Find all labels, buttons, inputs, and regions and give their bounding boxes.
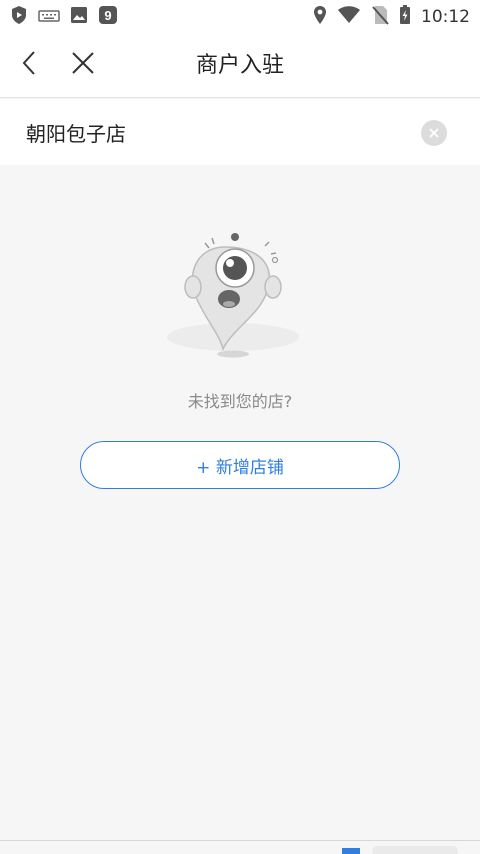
close-icon [71,51,95,79]
image-icon [70,6,88,28]
chevron-left-icon [21,50,37,80]
svg-text:9: 9 [104,8,111,23]
bottom-edge-mark [342,848,360,854]
status-time: 10:12 [421,7,470,27]
nav-bar: 商户入驻 [0,34,480,98]
close-button[interactable] [66,48,100,82]
battery-charging-icon [399,5,411,29]
add-store-button[interactable]: + 新增店铺 [80,441,400,489]
location-icon [313,5,327,29]
no-sim-icon [371,5,389,29]
keyboard-icon [38,8,60,27]
sad-ghost-illustration [165,225,315,365]
clear-search-button[interactable] [421,120,447,146]
bottom-divider [0,840,480,841]
clear-circle-icon [428,124,440,143]
wifi-icon [337,6,361,28]
app-9-icon: 9 [98,5,118,29]
shield-play-icon [10,5,28,29]
back-button[interactable] [12,48,46,82]
search-bar [0,99,480,165]
search-input[interactable] [26,99,416,165]
bottom-edge-pill [372,846,458,854]
empty-message: 未找到您的店? [187,392,293,411]
status-bar: 9 10:12 [0,0,480,34]
